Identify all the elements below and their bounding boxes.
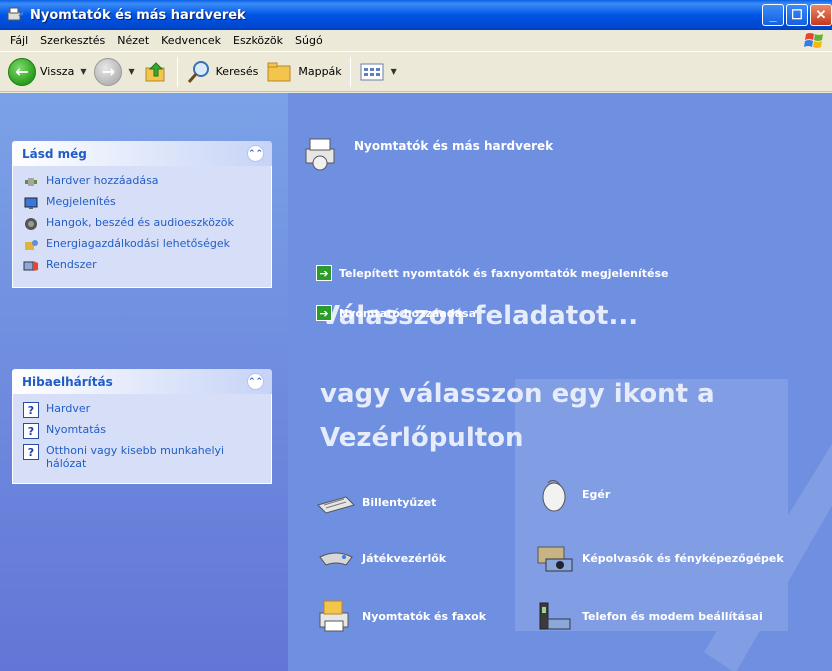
- link-system[interactable]: Rendszer: [23, 258, 261, 274]
- forward-button[interactable]: → ▼: [90, 55, 138, 89]
- maximize-button[interactable]: ☐: [786, 4, 808, 26]
- green-arrow-icon: ➔: [316, 265, 332, 281]
- category-header: Nyomtatók és más hardverek: [288, 123, 832, 171]
- troubleshoot-body: ? Hardver ? Nyomtatás ? Otthoni vagy kis…: [12, 394, 272, 484]
- link-hardware-troubleshooter[interactable]: ? Hardver: [23, 402, 261, 418]
- menu-tools[interactable]: Eszközök: [227, 34, 289, 47]
- close-button[interactable]: ✕: [810, 4, 832, 26]
- collapse-icon[interactable]: ⌃⌃: [247, 145, 264, 162]
- see-also-group: Lásd még ⌃⌃ Hardver hozzáadása Megjelení…: [12, 141, 272, 288]
- troubleshoot-group: Hibaelhárítás ⌃⌃ ? Hardver ? Nyomtatás ?…: [12, 369, 272, 484]
- menu-edit[interactable]: Szerkesztés: [34, 34, 111, 47]
- toolbar-separator: [176, 56, 178, 87]
- search-label: Keresés: [215, 65, 259, 78]
- see-also-header[interactable]: Lásd még ⌃⌃: [12, 141, 272, 166]
- icon-printers-faxes[interactable]: Nyomtatók és faxok: [316, 597, 486, 635]
- up-folder-icon: [145, 61, 165, 81]
- collapse-icon[interactable]: ⌃⌃: [247, 373, 264, 390]
- icon-mouse[interactable]: Egér: [536, 475, 610, 513]
- link-sounds[interactable]: Hangok, beszéd és audioeszközök: [23, 216, 261, 232]
- help-icon: ?: [23, 444, 39, 460]
- green-arrow-icon: ➔: [316, 305, 332, 321]
- icon-phone-modem[interactable]: Telefon és modem beállításai: [536, 597, 763, 635]
- icon-scanners-cameras[interactable]: Képolvasók és fényképezőgépek: [536, 539, 784, 577]
- see-also-body: Hardver hozzáadása Megjelenítés Hangok, …: [12, 166, 272, 288]
- game-controller-icon: [319, 552, 353, 566]
- folders-icon: [267, 62, 291, 81]
- keyboard-icon: [317, 496, 355, 514]
- category-title: Nyomtatók és más hardverek: [354, 139, 554, 153]
- icon-game-controllers[interactable]: Játékvezérlők: [316, 539, 446, 577]
- back-label: Vissza: [40, 65, 75, 78]
- icon-keyboard[interactable]: Billentyűzet: [316, 483, 436, 521]
- troubleshoot-header[interactable]: Hibaelhárítás ⌃⌃: [12, 369, 272, 394]
- pick-icon-heading-line2: Vezérlőpulton: [320, 423, 524, 453]
- up-folder-button[interactable]: [139, 55, 173, 89]
- title-bar: Nyomtatók és más hardverek _ ☐ ✕: [0, 0, 832, 30]
- speaker-icon: [25, 218, 37, 230]
- chevron-down-icon[interactable]: ▼: [391, 67, 397, 76]
- toolbar-separator: [349, 56, 351, 87]
- task-show-printers[interactable]: ➔ Telepített nyomtatók és faxnyomtatók m…: [316, 265, 669, 281]
- display-icon: [24, 197, 38, 209]
- menu-view[interactable]: Nézet: [111, 34, 155, 47]
- pick-icon-heading-line1: vagy válasszon egy ikont a: [320, 379, 715, 409]
- views-icon: [360, 63, 384, 80]
- back-button[interactable]: ← Vissza ▼: [4, 55, 90, 89]
- see-also-title: Lásd még: [22, 146, 87, 161]
- help-icon: ?: [23, 402, 39, 418]
- back-arrow-icon: ←: [8, 57, 36, 86]
- link-display[interactable]: Megjelenítés: [23, 195, 261, 211]
- search-icon: [187, 60, 209, 83]
- menu-help[interactable]: Súgó: [289, 34, 329, 47]
- add-hardware-icon: [25, 178, 37, 186]
- toolbar: ← Vissza ▼ → ▼ Keresés Mappák ▼: [0, 52, 832, 92]
- chevron-down-icon[interactable]: ▼: [80, 67, 86, 76]
- link-network-troubleshooter[interactable]: ? Otthoni vagy kisebb munkahelyi hálózat: [23, 444, 261, 470]
- system-icon: [23, 261, 38, 271]
- scanner-camera-icon: [537, 546, 573, 572]
- folders-label: Mappák: [298, 65, 342, 78]
- content-area: Nyomtatók és más hardverek Válasszon fel…: [288, 93, 832, 671]
- menu-file[interactable]: Fájl: [4, 34, 34, 47]
- phone-modem-icon: [539, 602, 571, 630]
- printer-icon: [319, 600, 349, 632]
- mouse-icon: [542, 479, 566, 512]
- window-title: Nyomtatók és más hardverek: [30, 7, 246, 23]
- chevron-down-icon[interactable]: ▼: [128, 67, 134, 76]
- search-button[interactable]: Keresés: [182, 55, 263, 89]
- task-add-printer[interactable]: ➔ Nyomtató hozzáadása: [316, 305, 476, 321]
- folders-button[interactable]: Mappák: [262, 55, 345, 89]
- troubleshoot-title: Hibaelhárítás: [22, 374, 113, 389]
- link-add-hardware[interactable]: Hardver hozzáadása: [23, 174, 261, 190]
- forward-arrow-icon: →: [94, 57, 123, 86]
- menu-favorites[interactable]: Kedvencek: [155, 34, 227, 47]
- menu-bar: Fájl Szerkesztés Nézet Kedvencek Eszközö…: [0, 30, 832, 52]
- link-printing-troubleshooter[interactable]: ? Nyomtatás: [23, 423, 261, 439]
- task-pane: Lásd még ⌃⌃ Hardver hozzáadása Megjelení…: [0, 93, 288, 671]
- link-power[interactable]: Energiagazdálkodási lehetőségek: [23, 237, 261, 253]
- help-icon: ?: [23, 423, 39, 439]
- printer-folder-icon: [7, 7, 23, 21]
- minimize-button[interactable]: _: [762, 4, 784, 26]
- printer-hardware-icon: [305, 138, 335, 171]
- power-options-icon: [25, 240, 38, 250]
- views-button[interactable]: ▼: [355, 55, 401, 89]
- windows-logo-icon: [804, 33, 823, 48]
